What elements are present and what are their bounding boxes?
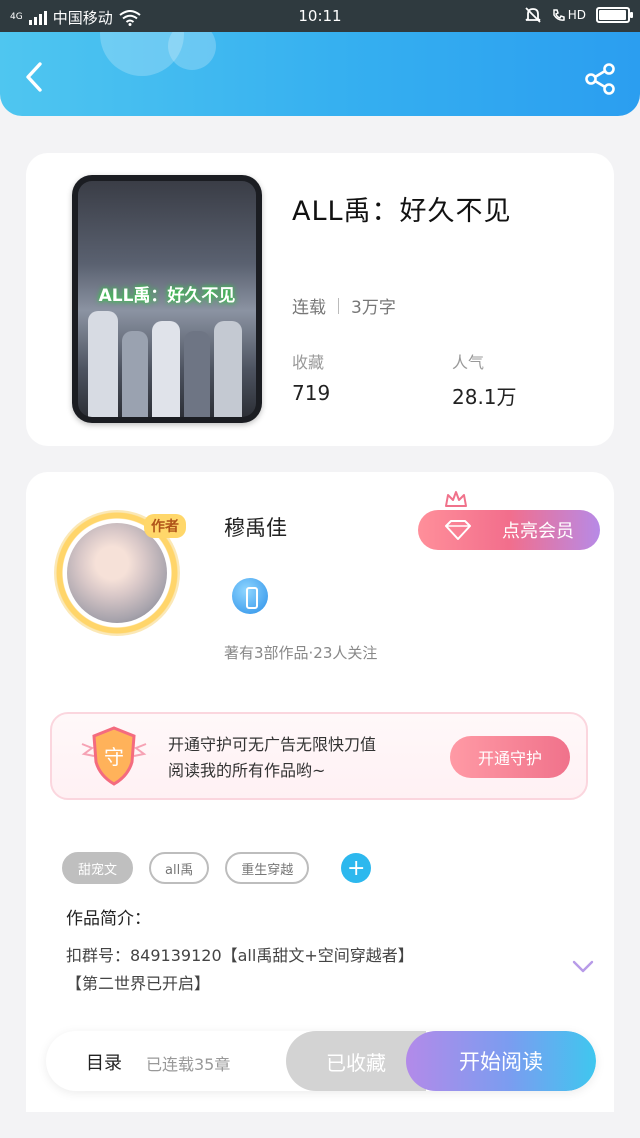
- back-button[interactable]: [18, 60, 52, 94]
- tag-list: 甜宠文 all禹 重生穿越 +: [62, 852, 372, 884]
- tag-item[interactable]: all禹: [149, 852, 210, 884]
- intro-text: 扣群号：849139120【all禹甜文+空间穿越者】 【第二世界已开启】: [66, 942, 536, 998]
- status-bar: 4G 中国移动 10:11 HD: [0, 0, 640, 32]
- chapter-count: 已连载35章: [146, 1055, 231, 1074]
- plus-icon: +: [347, 855, 366, 881]
- battery-icon: [596, 7, 633, 23]
- cover-figure: [184, 331, 210, 417]
- shield-icon: 守: [81, 726, 147, 786]
- popularity-value: 28.1万: [452, 385, 517, 409]
- guard-text-line1: 开通守护可无广告无限快刀值: [168, 735, 377, 754]
- shield-text: 守: [104, 745, 124, 769]
- chevron-down-icon[interactable]: [572, 960, 594, 974]
- author-card: 作者 穆禹佳 著有3部作品·23人关注 点亮会员 守 开通守护可无广告无限快刀值…: [26, 472, 614, 1112]
- cover-figure: [152, 321, 180, 417]
- cover-image: ALL禹：好久不见: [78, 181, 256, 417]
- word-count: 3万字: [351, 298, 396, 318]
- favorites-label: 收藏: [292, 353, 325, 372]
- open-guard-button[interactable]: 开通守护: [450, 736, 570, 778]
- guard-text: 开通守护可无广告无限快刀值 阅读我的所有作品哟~: [168, 732, 376, 784]
- book-cover[interactable]: ALL禹：好久不见: [72, 175, 262, 423]
- tag-item[interactable]: 重生穿越: [225, 852, 310, 884]
- level-badge-icon: [232, 578, 268, 614]
- hd-call-icon: HD: [552, 8, 586, 22]
- crown-icon: [445, 491, 467, 507]
- cover-figure: [122, 331, 148, 417]
- popularity-label: 人气: [452, 353, 485, 372]
- intro-label: 作品简介：: [66, 909, 151, 929]
- status-right: HD: [524, 6, 633, 24]
- cover-title: ALL禹：好久不见: [98, 286, 236, 306]
- battery-level: [599, 10, 626, 20]
- guard-promo: 守 开通守护可无广告无限快刀值 阅读我的所有作品哟~ 开通守护: [50, 712, 588, 800]
- book-status: 连载: [292, 298, 326, 318]
- tag-item[interactable]: 甜宠文: [62, 852, 134, 884]
- decor-bubble: [168, 32, 216, 70]
- diamond-icon: [445, 520, 471, 540]
- bottom-action-bar: 目录 已连载35章 已收藏 开始阅读: [46, 1031, 596, 1091]
- intro-line: 扣群号：849139120【all禹甜文+空间穿越者】: [66, 946, 414, 965]
- vip-button-label: 点亮会员: [502, 521, 574, 542]
- add-tag-button[interactable]: +: [341, 853, 372, 883]
- cover-figure: [214, 321, 242, 417]
- start-reading-button[interactable]: 开始阅读: [406, 1031, 596, 1091]
- book-title: ALL禹：好久不见: [292, 196, 512, 227]
- author-avatar[interactable]: 作者: [54, 510, 186, 636]
- book-meta: 连载 3万字: [292, 293, 396, 318]
- cover-figure: [88, 311, 118, 417]
- guard-text-line2: 阅读我的所有作品哟~: [168, 761, 326, 780]
- book-info-card: ALL禹：好久不见 ALL禹：好久不见 连载 3万字 收藏 719 人气 28.…: [26, 153, 614, 446]
- favorite-button[interactable]: 已收藏: [286, 1031, 426, 1091]
- toc-button[interactable]: 目录: [86, 1049, 122, 1075]
- author-stats: 著有3部作品·23人关注: [224, 644, 378, 662]
- divider: [338, 297, 339, 314]
- avatar: [67, 523, 167, 623]
- author-name[interactable]: 穆禹佳: [224, 512, 287, 542]
- author-badge: 作者: [144, 514, 186, 538]
- intro-line: 【第二世界已开启】: [66, 974, 211, 993]
- top-header: [0, 32, 640, 116]
- vip-button[interactable]: 点亮会员: [418, 510, 600, 550]
- mute-bell-icon: [525, 7, 541, 23]
- share-button[interactable]: [584, 62, 618, 96]
- hd-label: HD: [567, 8, 586, 22]
- favorites-value: 719: [292, 381, 331, 405]
